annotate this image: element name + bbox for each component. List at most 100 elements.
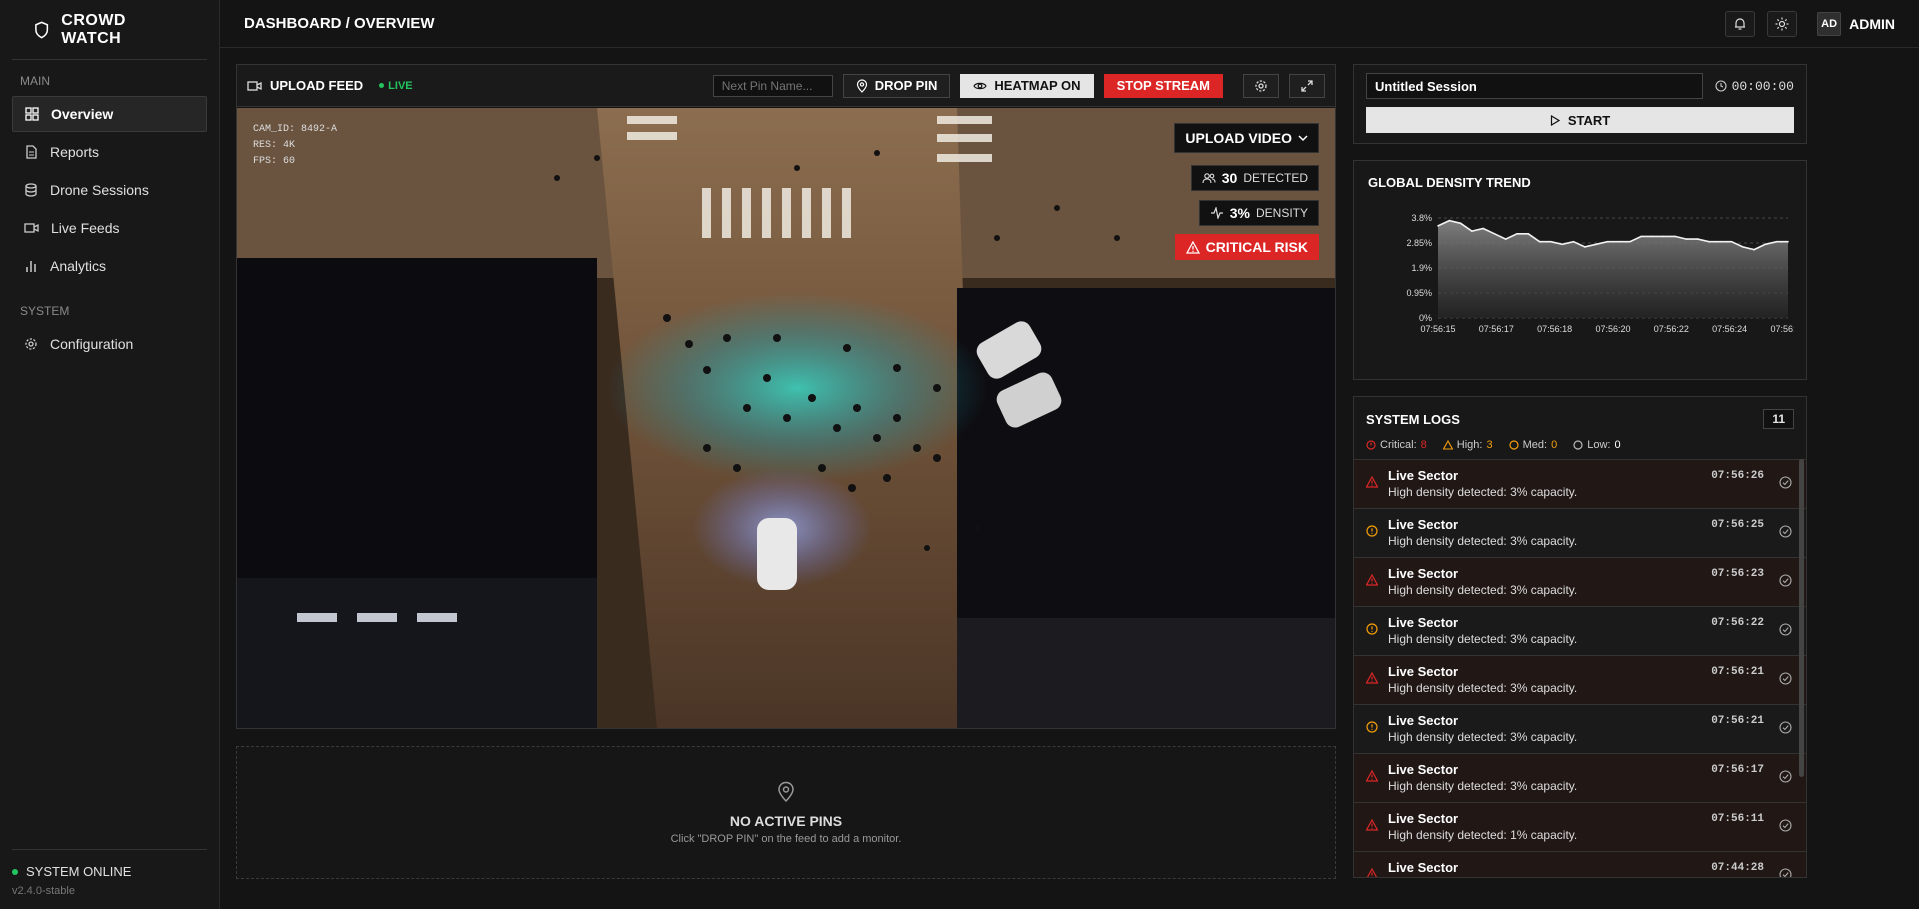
stat-high: High: 3 bbox=[1442, 439, 1493, 451]
critical-risk-label: CRITICAL RISK bbox=[1205, 239, 1308, 255]
log-entry-message: High density detected: 3% capacity. bbox=[1388, 730, 1578, 744]
check-circle-icon[interactable] bbox=[1779, 721, 1792, 734]
log-entry-time: 07:56:17 bbox=[1711, 764, 1764, 776]
gear-icon bbox=[25, 338, 37, 350]
sidebar-item-configuration[interactable]: Configuration bbox=[12, 326, 207, 362]
trend-point bbox=[1550, 240, 1552, 243]
density-trend-panel: GLOBAL DENSITY TREND 3.8% 2.85% 1.9% 0.95% 0… bbox=[1353, 160, 1807, 380]
sidebar-item-live-feeds[interactable]: Live Feeds bbox=[12, 210, 207, 246]
check-circle-icon[interactable] bbox=[1779, 819, 1792, 832]
trend-point bbox=[1640, 235, 1642, 238]
log-entry[interactable]: Live Sector High density detected: 1% cap… bbox=[1354, 852, 1806, 878]
detected-badge: 30 DETECTED bbox=[1190, 165, 1319, 191]
x-tick-label: 07:56:17 bbox=[1479, 324, 1514, 334]
log-entry[interactable]: Live Sector High density detected: 1% cap… bbox=[1354, 803, 1806, 852]
bell-icon bbox=[1735, 17, 1746, 30]
check-circle-icon[interactable] bbox=[1779, 623, 1792, 636]
log-entry-time: 07:44:28 bbox=[1711, 862, 1764, 874]
log-entry[interactable]: Live Sector High density detected: 3% cap… bbox=[1354, 558, 1806, 607]
sidebar-item-label: Configuration bbox=[50, 336, 134, 352]
sidebar-item-drone-sessions[interactable]: Drone Sessions bbox=[12, 172, 207, 208]
fullscreen-button[interactable] bbox=[1289, 73, 1325, 98]
log-entry-message: High density detected: 3% capacity. bbox=[1388, 485, 1578, 499]
log-entry[interactable]: Live Sector High density detected: 3% cap… bbox=[1354, 509, 1806, 558]
check-circle-icon[interactable] bbox=[1779, 476, 1792, 489]
activity-icon bbox=[1210, 207, 1223, 219]
stat-med-label: Med: bbox=[1522, 439, 1548, 451]
hud-fps: FPS: 60 bbox=[253, 156, 296, 167]
check-circle-icon[interactable] bbox=[1779, 525, 1792, 538]
drop-pin-label: DROP PIN bbox=[874, 78, 938, 93]
section-main-label: MAIN bbox=[20, 74, 50, 88]
trend-point bbox=[1493, 233, 1496, 235]
x-tick-label: 07:56:20 bbox=[1595, 324, 1630, 334]
check-circle-icon[interactable] bbox=[1779, 672, 1792, 685]
trend-point bbox=[1572, 240, 1575, 243]
trend-point bbox=[1516, 233, 1518, 235]
check-circle-icon[interactable] bbox=[1779, 868, 1792, 878]
sidebar-item-analytics[interactable]: Analytics bbox=[12, 248, 207, 284]
upload-feed-button[interactable]: UPLOAD FEED bbox=[247, 78, 363, 93]
warning-icon bbox=[1366, 574, 1378, 586]
trend-point bbox=[1629, 240, 1631, 243]
start-session-button[interactable]: START bbox=[1366, 107, 1794, 133]
camera-hud: CAM_ID: 8492-A RES: 4K FPS: 60 bbox=[253, 122, 337, 170]
sidebar-item-label: Live Feeds bbox=[51, 220, 120, 236]
stop-stream-button[interactable]: STOP STREAM bbox=[1103, 73, 1223, 98]
log-entry-message: High density detected: 1% capacity. bbox=[1388, 877, 1766, 878]
trend-point bbox=[1561, 243, 1563, 246]
heatmap-toggle-button[interactable]: HEATMAP ON bbox=[960, 73, 1094, 98]
log-entry[interactable]: Live Sector High density detected: 3% cap… bbox=[1354, 607, 1806, 656]
user-menu[interactable]: AD ADMIN bbox=[1817, 11, 1895, 36]
trend-point bbox=[1719, 240, 1722, 243]
feed-settings-button[interactable] bbox=[1243, 73, 1279, 98]
trend-point bbox=[1617, 240, 1620, 243]
trend-point bbox=[1459, 222, 1462, 225]
brand: CROWD WATCH bbox=[12, 0, 207, 60]
session-name-input[interactable]: Untitled Session bbox=[1366, 73, 1703, 99]
y-tick-label: 0% bbox=[1419, 313, 1432, 323]
stat-low-label: Low: bbox=[1587, 439, 1611, 451]
trend-point bbox=[1753, 248, 1755, 251]
alert-circle-icon bbox=[1366, 721, 1378, 733]
heatmap-label: HEATMAP ON bbox=[994, 78, 1081, 93]
log-entry-time: 07:56:23 bbox=[1711, 568, 1764, 580]
gear-icon bbox=[1255, 79, 1267, 92]
log-entry-title: Live Sector bbox=[1388, 713, 1459, 728]
logs-scrollbar[interactable] bbox=[1799, 459, 1804, 777]
log-entry[interactable]: Live Sector High density detected: 3% cap… bbox=[1354, 754, 1806, 803]
trend-point bbox=[1696, 238, 1699, 240]
sidebar-item-reports[interactable]: Reports bbox=[12, 134, 207, 170]
alert-circle-icon bbox=[1366, 525, 1378, 537]
log-entry-title: Live Sector bbox=[1388, 468, 1459, 483]
check-circle-icon[interactable] bbox=[1779, 770, 1792, 783]
sidebar-item-overview[interactable]: Overview bbox=[12, 96, 207, 132]
sidebar-item-label: Reports bbox=[50, 144, 100, 160]
play-icon bbox=[1550, 114, 1560, 126]
trend-point bbox=[1538, 240, 1541, 243]
info-circle-icon bbox=[1573, 440, 1583, 450]
theme-toggle-button[interactable] bbox=[1767, 10, 1798, 37]
log-entry[interactable]: Live Sector High density detected: 3% cap… bbox=[1354, 656, 1806, 705]
trend-point bbox=[1504, 238, 1507, 240]
status-dot-icon bbox=[12, 868, 18, 875]
pin-name-input[interactable] bbox=[712, 74, 833, 97]
check-circle-icon[interactable] bbox=[1779, 574, 1792, 587]
density-badge: 3% DENSITY bbox=[1198, 200, 1319, 226]
trend-area bbox=[1438, 220, 1788, 318]
trend-point bbox=[1482, 227, 1484, 230]
drop-pin-button[interactable]: DROP PIN bbox=[842, 73, 951, 98]
app: CROWD WATCH MAIN Overview Reports Drone … bbox=[0, 0, 1919, 909]
trend-point bbox=[1730, 240, 1733, 243]
log-entry[interactable]: Live Sector High density detected: 3% cap… bbox=[1354, 705, 1806, 754]
log-entry-title: Live Sector bbox=[1388, 811, 1459, 826]
upload-video-button[interactable]: UPLOAD VIDEO bbox=[1174, 123, 1319, 153]
sun-icon bbox=[1775, 17, 1789, 30]
notifications-button[interactable] bbox=[1725, 10, 1756, 37]
log-entry-message: High density detected: 3% capacity. bbox=[1388, 534, 1578, 548]
x-tick-label: 07:56:18 bbox=[1537, 324, 1572, 334]
log-entry[interactable]: Live Sector High density detected: 3% cap… bbox=[1354, 460, 1806, 509]
trend-point bbox=[1584, 246, 1586, 248]
users-icon bbox=[1202, 173, 1216, 184]
drone-video-feed[interactable]: CAM_ID: 8492-A RES: 4K FPS: 60 UPLOAD VI… bbox=[237, 108, 1335, 728]
